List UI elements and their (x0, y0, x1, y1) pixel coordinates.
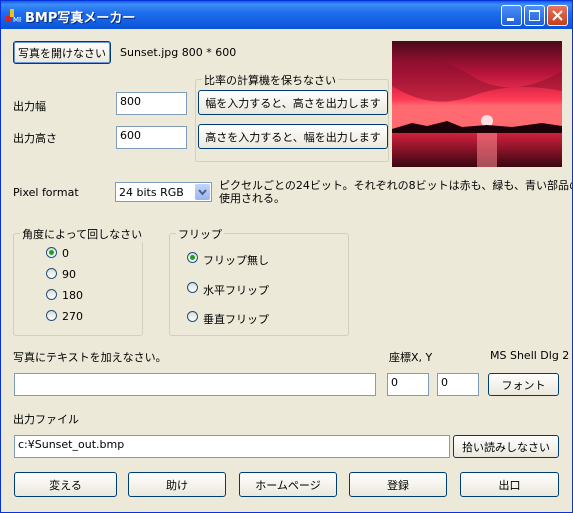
close-icon (552, 10, 563, 21)
pixel-format-label: Pixel format (13, 186, 79, 199)
svg-text:MP: MP (13, 16, 21, 23)
coord-label: 座標X, Y (389, 351, 433, 364)
close-button[interactable] (547, 5, 568, 26)
pixel-format-description-2: 使用される。 (219, 192, 285, 205)
output-file-label: 出力ファイル (13, 413, 79, 426)
flip-label-vertical: 垂直フリップ (203, 313, 269, 326)
font-name: MS Shell Dlg 2 (490, 349, 570, 362)
convert-button[interactable]: 変える (14, 472, 117, 497)
maximize-icon (529, 10, 540, 21)
rotate-radio-90[interactable] (46, 268, 57, 279)
flip-label-none: フリップ無し (203, 254, 269, 267)
width-input[interactable]: 800 (116, 92, 187, 115)
ratio-group-title: 比率の計算機を保ちなさい (202, 72, 338, 88)
app-icon: MP (6, 9, 21, 23)
height-label: 出力高さ (13, 132, 57, 145)
add-text-label: 写真にテキストを加えなさい。 (13, 351, 167, 364)
pixel-format-value: 24 bits RGB (119, 186, 184, 199)
dropdown-arrow-button[interactable] (195, 184, 210, 200)
font-button[interactable]: フォント (488, 373, 559, 396)
main-window: MP BMP写真メーカー 写真を開けなさい Sunset.jpg 800 * 6… (0, 0, 573, 513)
flip-radio-none[interactable] (187, 252, 198, 263)
rotate-label-180: 180 (62, 289, 83, 302)
minimize-button[interactable] (501, 5, 522, 26)
browse-button[interactable]: 拾い読みしなさい (453, 435, 559, 458)
width-to-height-button[interactable]: 幅を入力すると、高さを出力します (198, 90, 388, 115)
preview-image (392, 41, 562, 167)
flip-group-title: フリップ (176, 226, 224, 242)
rotate-radio-180[interactable] (46, 289, 57, 300)
window-title: BMP写真メーカー (25, 11, 136, 26)
coord-x-input[interactable]: 0 (387, 373, 429, 396)
flip-radio-vertical[interactable] (187, 311, 198, 322)
open-picture-button[interactable]: 写真を開けなさい (13, 41, 111, 64)
help-button[interactable]: 助け (128, 472, 226, 497)
chevron-down-icon (198, 189, 207, 196)
output-path-input[interactable]: c:¥Sunset_out.bmp (14, 435, 450, 458)
height-input[interactable]: 600 (116, 126, 187, 149)
file-info: Sunset.jpg 800 * 600 (120, 46, 237, 59)
width-label: 出力幅 (13, 100, 46, 113)
register-button[interactable]: 登録 (349, 472, 447, 497)
title-bar[interactable]: MP BMP写真メーカー (1, 1, 572, 29)
exit-button[interactable]: 出口 (460, 472, 559, 497)
rotate-label-270: 270 (62, 310, 83, 323)
overlay-text-input[interactable] (14, 373, 376, 396)
rotate-radio-0[interactable] (46, 247, 57, 258)
rotate-group-title: 角度によって回しなさい (20, 226, 145, 242)
rotate-label-0: 0 (62, 247, 69, 260)
flip-radio-horizontal[interactable] (187, 282, 198, 293)
rotate-label-90: 90 (62, 268, 76, 281)
rotate-radio-270[interactable] (46, 310, 57, 321)
homepage-button[interactable]: ホームページ (239, 472, 337, 497)
height-to-width-button[interactable]: 高さを入力すると、幅を出力します (198, 124, 388, 149)
coord-y-input[interactable]: 0 (437, 373, 479, 396)
pixel-format-select[interactable]: 24 bits RGB (115, 182, 212, 202)
flip-label-horizontal: 水平フリップ (203, 284, 269, 297)
minimize-icon (507, 18, 514, 21)
maximize-button[interactable] (524, 5, 545, 26)
